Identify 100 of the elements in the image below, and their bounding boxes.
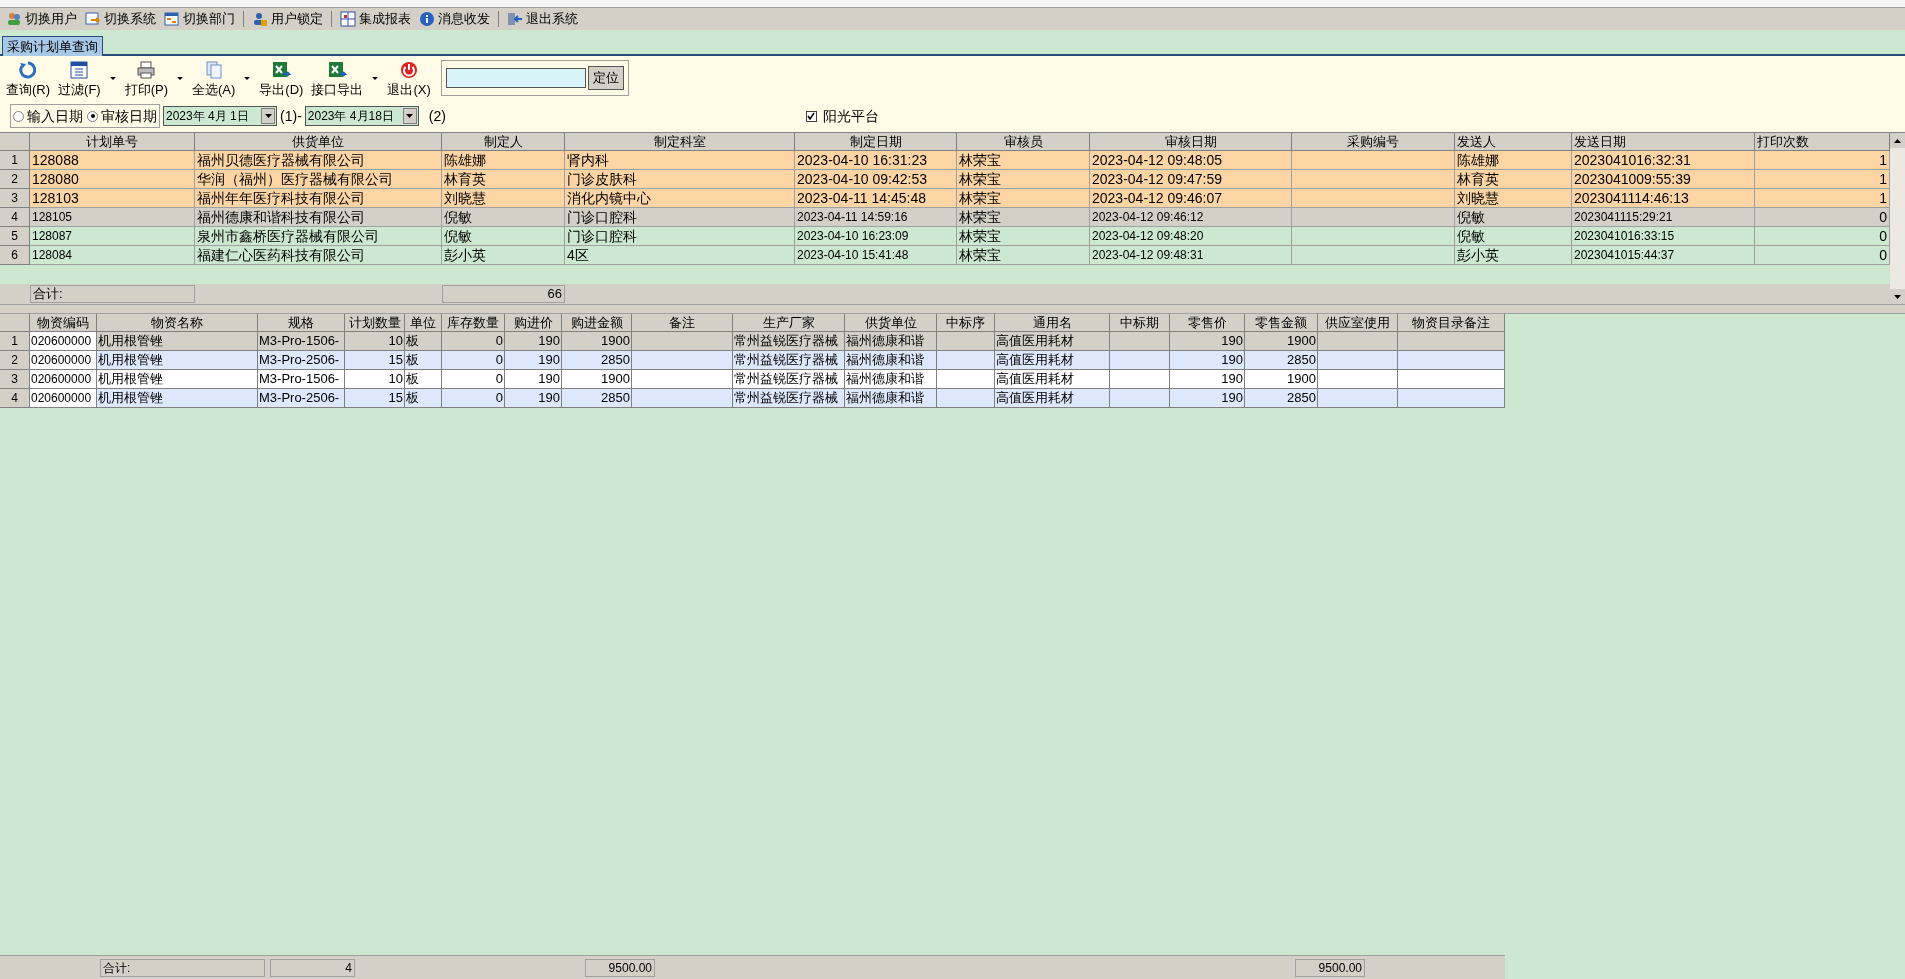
toolbar-button[interactable]: 全选(A) [188, 57, 240, 99]
summary-total: 66 [442, 285, 565, 303]
refresh-icon [18, 60, 38, 80]
info-icon [419, 11, 435, 27]
toolbar-button[interactable]: 退出(X) [383, 57, 435, 99]
printer-icon [136, 60, 157, 80]
table-cell: 2023-04-12 09:48:31 [1090, 246, 1292, 265]
table-cell: 彭小英 [442, 246, 565, 265]
row-number: 1 [0, 151, 30, 170]
table-row[interactable]: 4 020600000 机用根管锉 M3-Pro-2506- 15 板 0 190 2850 常州益锐医疗器械 福州德康和谐 高值医用耗材 190 2850 [0, 389, 1505, 408]
table-cell: 190 [505, 389, 562, 408]
caret-icon [244, 76, 251, 80]
row-number: 1 [0, 332, 30, 351]
toolbar-button[interactable]: 切换系统 [83, 9, 158, 29]
table-cell: 190 [1170, 389, 1245, 408]
table-cell: 福州德康和谐 [845, 389, 937, 408]
table-cell: 020600000 [30, 351, 97, 370]
row-number: 3 [0, 370, 30, 389]
caret-icon [372, 76, 379, 80]
locate-button[interactable]: 定位 [587, 66, 624, 90]
table-cell: M3-Pro-2506- [258, 389, 345, 408]
toolbar-button[interactable]: 过滤(F) [54, 57, 105, 99]
check-icon [807, 112, 816, 120]
user-lock-icon [252, 11, 268, 27]
table-cell: 2023041015:44:37 [1572, 246, 1755, 265]
checkbox[interactable]: 阳光平台 [805, 105, 879, 127]
table-cell: 板 [405, 389, 442, 408]
tab[interactable]: 采购计划单查询 [2, 36, 103, 56]
row-number: 4 [0, 208, 30, 227]
users-icon [6, 11, 22, 27]
shortcut-hint: (2) [428, 106, 446, 126]
table-cell: 020600000 [30, 332, 97, 351]
scrollbar[interactable] [1890, 133, 1905, 304]
table-row[interactable]: 3 128103 福州年年医疗科技有限公司 刘晓慧 消化内镜中心 2023-04-11 14:45:48 林荣宝 2023-04-12 09:46:07 刘晓慧 2023041114:46:13 1 [0, 189, 1890, 208]
table-row[interactable]: 5 128087 泉州市鑫桥医疗器械有限公司 倪敏 门诊口腔科 2023-04-10 16:23:09 林荣宝 2023-04-12 09:48:20 倪敏 2023041016:33:15 0 [0, 227, 1890, 246]
table-cell: 福建仁心医药科技有限公司 [195, 246, 442, 265]
toolbar-button[interactable]: 切换用户 [4, 9, 79, 29]
toolbar-button[interactable]: 接口导出 [307, 57, 368, 99]
shortcut-hint: (1) [280, 106, 298, 126]
table-row[interactable]: 1 128088 福州贝德医疗器械有限公司 陈雄娜 肾内科 2023-04-10 16:31:23 林荣宝 2023-04-12 09:48:05 陈雄娜 2023041016:32:31 1 [0, 151, 1890, 170]
table-row[interactable]: 3 020600000 机用根管锉 M3-Pro-1506- 10 板 0 190 1900 常州益锐医疗器械 福州德康和谐 高值医用耗材 190 1900 [0, 370, 1505, 389]
calendar-icon [164, 11, 180, 27]
table-cell: 彭小英 [1455, 246, 1572, 265]
table-cell: 2850 [562, 389, 632, 408]
radio-button[interactable]: 输入日期 [13, 105, 83, 127]
caret-icon [109, 76, 116, 80]
table-row[interactable]: 1 020600000 机用根管锉 M3-Pro-1506- 10 板 0 190 1900 常州益锐医疗器械 福州德康和谐 高值医用耗材 190 1900 [0, 332, 1505, 351]
row-number: 6 [0, 246, 30, 265]
toolbar-button[interactable]: 切换部门 [162, 9, 237, 29]
splitter[interactable] [0, 304, 1905, 314]
caret-icon [177, 76, 183, 80]
row-number: 2 [0, 351, 30, 370]
table-row[interactable]: 2 128080 华润（福州）医疗器械有限公司 林育英 门诊皮肤科 2023-04-10 09:42:53 林荣宝 2023-04-12 09:47:59 林育英 2023041009:55:39 1 [0, 170, 1890, 189]
spreadsheet-export-icon [327, 60, 348, 80]
table-cell: 020600000 [30, 389, 97, 408]
row-number: 4 [0, 389, 30, 408]
table-cell: 林荣宝 [957, 246, 1090, 265]
table-cell: 020600000 [30, 370, 97, 389]
power-icon [399, 60, 420, 80]
table-cell: 机用根管锉 [97, 389, 258, 408]
locate-input[interactable] [445, 68, 586, 88]
report-icon [340, 11, 356, 27]
toolbar-button[interactable]: 用户锁定 [250, 9, 325, 29]
toolbar-button[interactable]: 集成报表 [338, 9, 413, 29]
table-row[interactable]: 4 128105 福州德康和谐科技有限公司 倪敏 门诊口腔科 2023-04-11 14:59:16 林荣宝 2023-04-12 09:46:12 倪敏 2023041115:29:21 0 [0, 208, 1890, 227]
summary-total: 9500.00 [1295, 958, 1365, 977]
copy-icon [203, 60, 224, 80]
menu-bar[interactable] [0, 0, 1905, 8]
table-row[interactable]: 6 128084 福建仁心医药科技有限公司 彭小英 4区 2023-04-10 15:41:48 林荣宝 2023-04-12 09:48:31 彭小英 2023041015:44:37 0 [0, 246, 1890, 265]
caret-icon [406, 114, 414, 118]
date-separator: - [297, 106, 302, 126]
caret-icon [264, 114, 272, 118]
table-row[interactable]: 2 020600000 机用根管锉 M3-Pro-2506- 15 板 0 190 2850 常州益锐医疗器械 福州德康和谐 高值医用耗材 190 2850 [0, 351, 1505, 370]
toolbar-button[interactable]: 消息收发 [417, 9, 492, 29]
table-cell: 15 [345, 389, 405, 408]
radio-button[interactable]: 审核日期 [87, 105, 157, 127]
row-number: 5 [0, 227, 30, 246]
toolbar-button[interactable]: 查询(R) [2, 57, 55, 99]
row-number: 3 [0, 189, 30, 208]
summary-label: 合计: [30, 285, 195, 303]
table-cell: 高值医用耗材 [995, 389, 1110, 408]
table-cell: 128084 [30, 246, 195, 265]
table-cell: 2023-04-10 15:41:48 [795, 246, 957, 265]
toolbar-button[interactable]: 退出系统 [505, 9, 580, 29]
table-cell: 常州益锐医疗器械 [733, 389, 845, 408]
checkbox-box[interactable] [805, 110, 817, 122]
toolbar-button[interactable]: 导出(D) [255, 57, 308, 99]
exit-door-icon [507, 11, 523, 27]
summary-total: 9500.00 [585, 958, 655, 977]
table-cell: 2850 [1245, 389, 1318, 408]
summary-label: 合计: [100, 958, 265, 977]
filter-list-icon [69, 60, 90, 80]
row-number: 2 [0, 170, 30, 189]
table-cell: 0 [442, 389, 505, 408]
date-picker[interactable]: 2023年 4月 1日 [163, 106, 277, 126]
toolbar-button[interactable]: 打印(P) [120, 57, 172, 99]
table-cell: 4区 [565, 246, 795, 265]
summary-total: 4 [270, 958, 355, 977]
spreadsheet-export-icon [271, 60, 292, 80]
date-picker[interactable]: 2023年 4月18日 [304, 106, 419, 126]
